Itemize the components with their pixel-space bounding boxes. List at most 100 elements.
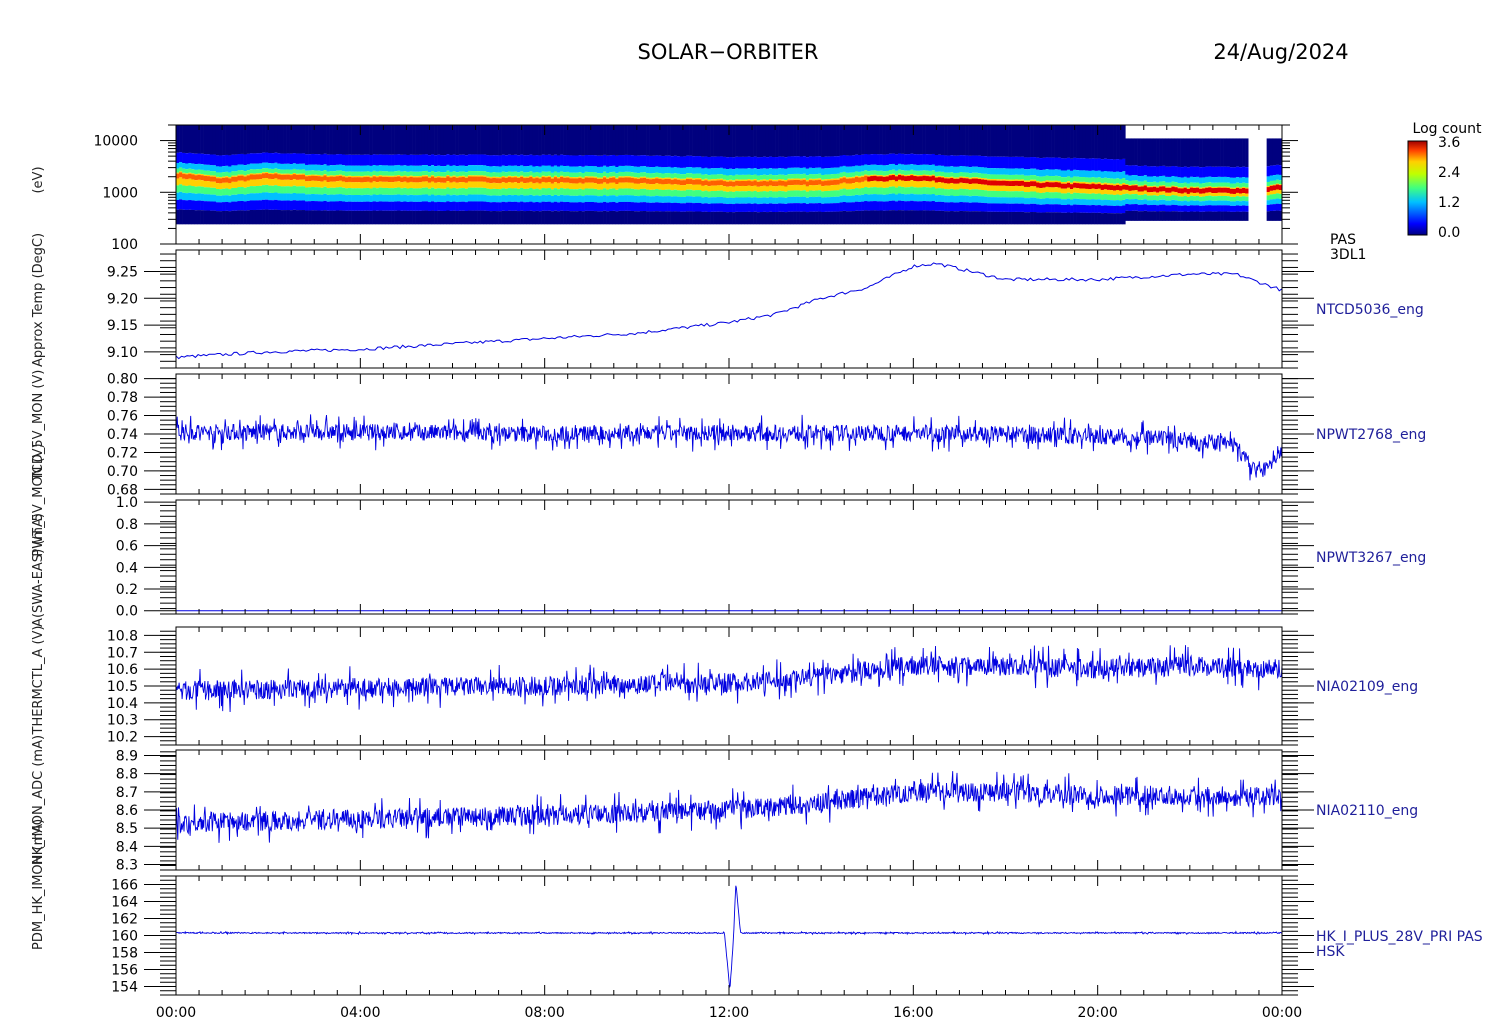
spectrogram-cell: [206, 201, 211, 211]
spectrogram-cell: [1131, 180, 1135, 185]
spectrogram-cell: [452, 154, 456, 166]
spectrogram-cell: [864, 180, 868, 188]
spectrogram-cell: [937, 201, 942, 211]
spectrogram-cell: [212, 181, 217, 188]
spectrogram-cell: [996, 203, 1000, 212]
spectrogram-cell: [369, 195, 373, 202]
spectrogram-cell: [474, 194, 478, 202]
spectrogram-cell: [944, 183, 948, 190]
spectrogram-cell: [418, 176, 423, 178]
spectrogram-cell: [182, 125, 186, 153]
spectrogram-cell: [913, 175, 917, 181]
spectrogram-cell: [962, 176, 966, 179]
spectrogram-cell: [639, 211, 644, 225]
spectrogram-cell: [1002, 185, 1006, 192]
spectrogram-cell: [934, 176, 939, 178]
spectrogram-cell: [1094, 205, 1098, 213]
spectrogram-cell: [323, 174, 327, 176]
spectrogram-cell: [182, 163, 186, 169]
spectrogram-cell: [873, 180, 877, 188]
spectrogram-cell: [197, 210, 201, 225]
spectrogram-cell: [286, 179, 290, 187]
spectrogram-cell: [980, 156, 985, 168]
spectrogram-cell: [1017, 191, 1022, 198]
spectrogram-cell: [642, 195, 647, 203]
spectrogram-cell: [793, 173, 797, 179]
spectrogram-cell: [916, 201, 920, 211]
spectrogram-cell: [894, 154, 899, 166]
spectrogram-cell: [455, 155, 459, 167]
spectrogram-cell: [698, 196, 702, 203]
spectrogram-cell: [1088, 199, 1092, 206]
spectrogram-cell: [283, 174, 287, 180]
spectrogram-cell: [1063, 170, 1068, 178]
spectrogram-cell: [295, 174, 300, 180]
spectrogram-cell: [394, 125, 398, 155]
spectrogram-cell: [987, 180, 991, 186]
spectrogram-cell: [1199, 183, 1203, 188]
spectrogram-cell: [458, 210, 463, 225]
spectrogram-cell: [996, 156, 1000, 169]
spectrogram-cell: [867, 125, 871, 155]
spectrogram-cell: [366, 201, 370, 211]
spectrogram-cell: [744, 168, 748, 175]
spectrogram-cell: [1238, 205, 1243, 212]
spectrogram-cell: [1223, 200, 1227, 206]
spectrogram-cell: [191, 174, 195, 180]
spectrogram-cell: [1272, 138, 1277, 166]
spectrogram-cell: [1269, 185, 1274, 191]
spectrogram-cell: [344, 171, 349, 177]
spectrogram-cell: [808, 203, 813, 212]
spectrogram-cell: [477, 176, 481, 182]
spectrogram-cell: [1229, 193, 1234, 197]
spectrogram-cell: [1220, 205, 1224, 212]
spectrogram-cell: [474, 176, 478, 182]
spectrogram-cell: [391, 210, 395, 225]
spectrogram-cell: [1245, 188, 1249, 194]
spectrogram-cell: [971, 172, 976, 178]
spectrogram-cell: [1229, 205, 1234, 212]
spectrogram-cell: [314, 175, 318, 181]
spectrogram-cell: [182, 152, 186, 164]
spectrogram-cell: [409, 181, 413, 189]
spectrogram-cell: [489, 125, 493, 156]
spectrogram-cell: [222, 210, 226, 225]
spectrogram-cell: [523, 202, 527, 212]
spectrogram-cell: [418, 182, 423, 189]
spectrogram-cell: [725, 186, 730, 192]
spectrogram-cell: [729, 197, 733, 204]
spectrogram-cell: [618, 177, 622, 183]
spectrogram-cell: [796, 179, 800, 185]
spectrogram-cell: [950, 176, 954, 178]
spectrogram-cell: [458, 188, 463, 196]
spectrogram-cell: [1192, 211, 1197, 221]
spectrogram-cell: [225, 154, 229, 166]
spectrogram-cell: [1063, 188, 1068, 194]
spectrogram-cell: [1223, 186, 1227, 188]
spectrogram-cell: [879, 176, 883, 182]
spectrogram-cell: [246, 170, 251, 175]
spectrogram-cell: [1238, 211, 1243, 221]
spectrogram-cell: [624, 188, 628, 196]
spectrogram-cell: [265, 172, 269, 174]
spectrogram-cell: [977, 202, 982, 212]
spectrogram-cell: [1030, 212, 1034, 225]
spectrogram-cell: [231, 154, 235, 166]
spectrogram-cell: [1223, 205, 1227, 212]
spectrogram-cell: [262, 185, 266, 193]
spectrogram-cell: [891, 125, 896, 154]
spectrogram-cell: [609, 210, 613, 225]
spectrogram-cell: [790, 125, 794, 157]
spectrogram-cell: [311, 180, 315, 188]
spectrogram-cell: [894, 125, 899, 155]
spectrogram-cell: [1266, 166, 1271, 177]
spectrogram-cell: [799, 180, 804, 186]
spectrogram-cell: [338, 170, 343, 175]
spectrogram-cell: [980, 167, 985, 174]
spectrogram-cell: [735, 191, 739, 198]
spectrogram-cell: [1119, 159, 1123, 173]
spectrogram-cell: [741, 156, 745, 169]
spectrogram-cell: [692, 173, 696, 179]
spectrogram-cell: [182, 200, 186, 210]
spectrogram-cell: [888, 170, 893, 175]
